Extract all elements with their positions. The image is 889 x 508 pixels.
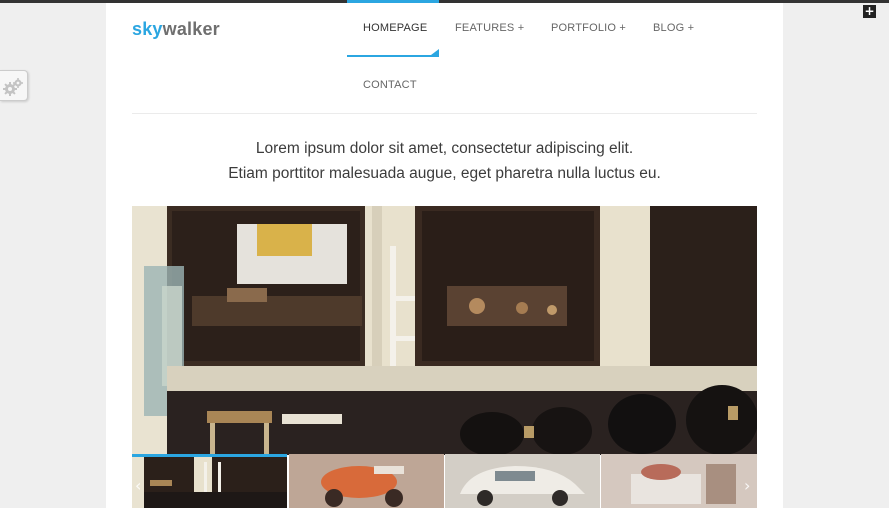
thumbnail-3-image <box>445 454 600 508</box>
intro-line-2: Etiam porttitor malesuada augue, eget ph… <box>228 165 661 182</box>
nav-item-portfolio[interactable]: PORTFOLIO + <box>551 22 626 34</box>
thumbnail-active-indicator <box>132 454 287 457</box>
expand-plus-button[interactable]: + <box>863 5 876 18</box>
thumbnail-4[interactable]: › <box>601 454 757 508</box>
thumbnail-1[interactable]: ‹ <box>132 454 287 508</box>
nav-active-top-indicator <box>347 0 439 3</box>
shop-window-photo <box>132 206 757 455</box>
nav-active-underline <box>347 55 439 57</box>
logo-part-walker: walker <box>162 19 220 39</box>
site-logo[interactable]: skywalker <box>132 19 220 40</box>
nav-item-contact[interactable]: CONTACT <box>363 79 417 91</box>
style-switcher-toggle[interactable] <box>0 70 28 101</box>
thumbnail-3[interactable] <box>445 454 600 508</box>
main-slider-image[interactable] <box>132 206 757 455</box>
gear-icon <box>3 78 23 96</box>
slider-next-arrow[interactable]: › <box>744 476 750 495</box>
thumbnail-1-image <box>132 454 287 508</box>
nav-item-homepage[interactable]: HOMEPAGE <box>363 22 427 34</box>
intro-line-1: Lorem ipsum dolor sit amet, consectetur … <box>255 140 634 157</box>
thumbnail-4-image <box>601 454 757 508</box>
slider-prev-arrow[interactable]: ‹ <box>135 476 141 495</box>
slider-thumbnails: ‹ › <box>132 454 757 508</box>
intro-text: Lorem ipsum dolor sit amet, consectetur … <box>132 136 757 186</box>
logo-part-sky: sky <box>132 19 163 39</box>
thumbnail-2-image <box>289 454 444 508</box>
nav-active-notch <box>431 49 439 55</box>
header-divider <box>132 113 757 114</box>
nav-item-blog[interactable]: BLOG + <box>653 22 694 34</box>
page-container: skywalker HOMEPAGE FEATURES + PORTFOLIO … <box>106 0 876 508</box>
nav-item-features[interactable]: FEATURES + <box>455 22 524 34</box>
thumbnail-2[interactable] <box>289 454 444 508</box>
